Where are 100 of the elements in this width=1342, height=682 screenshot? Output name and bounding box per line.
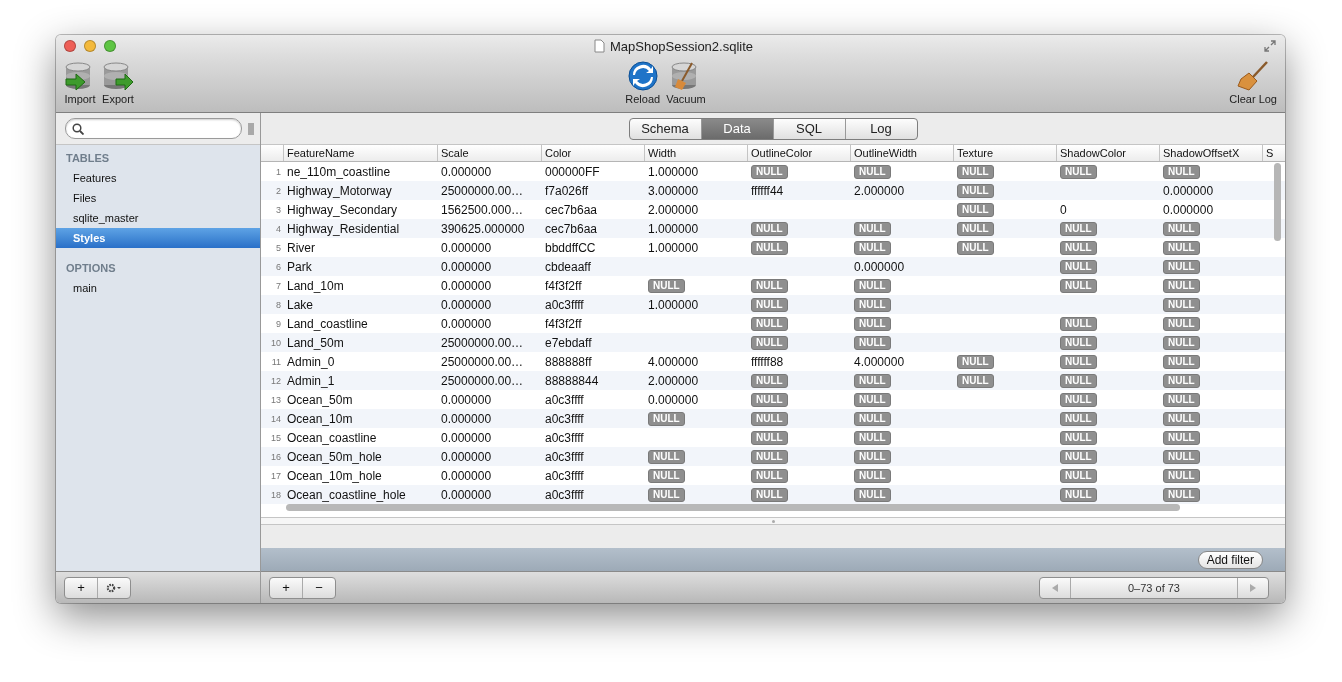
table-cell-text: f7a026ff xyxy=(544,183,590,198)
tab[interactable]: Log xyxy=(844,118,917,139)
null-badge: NULL xyxy=(957,165,994,179)
null-badge: NULL xyxy=(957,241,994,255)
toolbar-button[interactable]: Import xyxy=(64,57,96,105)
table-cell-text: 1.000000 xyxy=(647,221,700,236)
broom-icon xyxy=(1237,61,1270,91)
null-badge: NULL xyxy=(751,374,788,388)
table-cell-text: Park xyxy=(286,259,313,274)
column-header[interactable]: FeatureName xyxy=(283,145,437,161)
toolbar-button[interactable]: Vacuum xyxy=(666,57,706,105)
row-number: 7 xyxy=(275,280,282,291)
null-badge: NULL xyxy=(1060,165,1097,179)
row-number: 3 xyxy=(275,204,282,215)
table-cell-text: 0.000000 xyxy=(440,392,493,407)
table-cell-text: Admin_1 xyxy=(286,373,336,388)
null-badge: NULL xyxy=(1060,412,1097,426)
sidebar-item[interactable]: Styles xyxy=(56,228,260,248)
row-number: 1 xyxy=(275,166,282,177)
search-field[interactable] xyxy=(65,118,242,139)
null-badge: NULL xyxy=(1060,393,1097,407)
null-badge: NULL xyxy=(1060,374,1097,388)
tab[interactable]: SQL xyxy=(772,118,845,139)
null-badge: NULL xyxy=(854,374,891,388)
window-control[interactable] xyxy=(84,40,96,52)
column-header[interactable]: OutlineColor xyxy=(747,145,850,161)
null-badge: NULL xyxy=(1060,241,1097,255)
null-badge: NULL xyxy=(1163,431,1200,445)
table-cell-text: 0.000000 xyxy=(440,316,493,331)
window-control[interactable] xyxy=(64,40,76,52)
column-header[interactable]: OutlineWidth xyxy=(850,145,953,161)
table-cell-text: Highway_Residential xyxy=(286,221,401,236)
row-number: 12 xyxy=(270,375,282,386)
column-header[interactable]: Color xyxy=(541,145,644,161)
column-header[interactable]: ShadowColor xyxy=(1056,145,1159,161)
document-icon xyxy=(593,39,605,53)
add-button[interactable]: + xyxy=(270,577,302,598)
vertical-scrollbar[interactable] xyxy=(1274,163,1281,241)
row-number: 13 xyxy=(270,394,282,405)
row-number: 11 xyxy=(270,356,282,367)
table-cell-text: 0.000000 xyxy=(853,259,906,274)
sidebar-item[interactable]: sqlite_master xyxy=(56,208,260,228)
null-badge: NULL xyxy=(957,222,994,236)
table-cell-text: e7ebdaff xyxy=(544,335,593,350)
table-cell-text: 25000000.00… xyxy=(440,373,525,388)
table-cell-text: Admin_0 xyxy=(286,354,336,369)
sidebar-item[interactable]: Files xyxy=(56,188,260,208)
toolbar-button[interactable]: Clear Log xyxy=(1229,57,1277,105)
column-header[interactable]: S xyxy=(1262,145,1285,161)
null-badge: NULL xyxy=(1163,241,1200,255)
null-badge: NULL xyxy=(854,450,891,464)
null-badge: NULL xyxy=(648,488,685,502)
table-cell-text: ne_110m_coastline xyxy=(286,164,392,179)
remove-button[interactable]: − xyxy=(302,577,335,598)
null-badge: NULL xyxy=(1163,355,1200,369)
right-triangle-icon xyxy=(1249,582,1257,593)
table-cell-text: a0c3ffff xyxy=(544,487,585,502)
null-badge: NULL xyxy=(957,355,994,369)
table-cell-text: 888888ff xyxy=(544,354,593,369)
table-cell-text: 25000000.00… xyxy=(440,183,525,198)
table-cell-text: 0.000000 xyxy=(440,430,493,445)
table-cell-text: a0c3ffff xyxy=(544,297,585,312)
window-control[interactable] xyxy=(104,40,116,52)
sidebar-item[interactable]: main xyxy=(56,278,260,298)
null-badge: NULL xyxy=(854,317,891,331)
table-cell-text: cec7b6aa xyxy=(544,202,599,217)
null-badge: NULL xyxy=(1163,298,1200,312)
null-badge: NULL xyxy=(751,336,788,350)
null-badge: NULL xyxy=(1060,260,1097,274)
null-badge: NULL xyxy=(751,279,788,293)
add-filter-button[interactable]: Add filter xyxy=(1197,550,1263,569)
null-badge: NULL xyxy=(854,469,891,483)
table-cell-text: 25000000.00… xyxy=(440,354,525,369)
column-header[interactable]: Texture xyxy=(953,145,1056,161)
table-cell-text: Highway_Motorway xyxy=(286,183,393,198)
null-badge: NULL xyxy=(1163,165,1200,179)
column-header[interactable]: Width xyxy=(644,145,747,161)
tab[interactable]: Schema xyxy=(629,118,701,139)
null-badge: NULL xyxy=(957,203,994,217)
tab[interactable]: Data xyxy=(700,118,773,139)
table-cell-text: 0.000000 xyxy=(647,392,700,407)
null-badge: NULL xyxy=(957,184,994,198)
table-cell-text: a0c3ffff xyxy=(544,430,585,445)
toolbar-button[interactable]: Reload xyxy=(625,57,661,105)
split-handle[interactable] xyxy=(771,519,775,523)
null-badge: NULL xyxy=(1163,450,1200,464)
sidebar-item[interactable]: Features xyxy=(56,168,260,188)
horizontal-scrollbar[interactable] xyxy=(286,504,1180,511)
null-badge: NULL xyxy=(751,241,788,255)
null-badge: NULL xyxy=(1060,317,1097,331)
toolbar-button[interactable]: Export xyxy=(102,57,134,105)
row-number: 10 xyxy=(270,337,282,348)
table-cell-text: 000000FF xyxy=(544,164,601,179)
null-badge: NULL xyxy=(1060,222,1097,236)
null-badge: NULL xyxy=(751,317,788,331)
table-cell-text: Ocean_10m xyxy=(286,411,354,426)
table-cell-text: Highway_Secondary xyxy=(286,202,399,217)
column-header[interactable]: Scale xyxy=(437,145,541,161)
column-header[interactable]: ShadowOffsetX xyxy=(1159,145,1262,161)
window-title: MapShopSession2.sqlite xyxy=(609,38,754,54)
